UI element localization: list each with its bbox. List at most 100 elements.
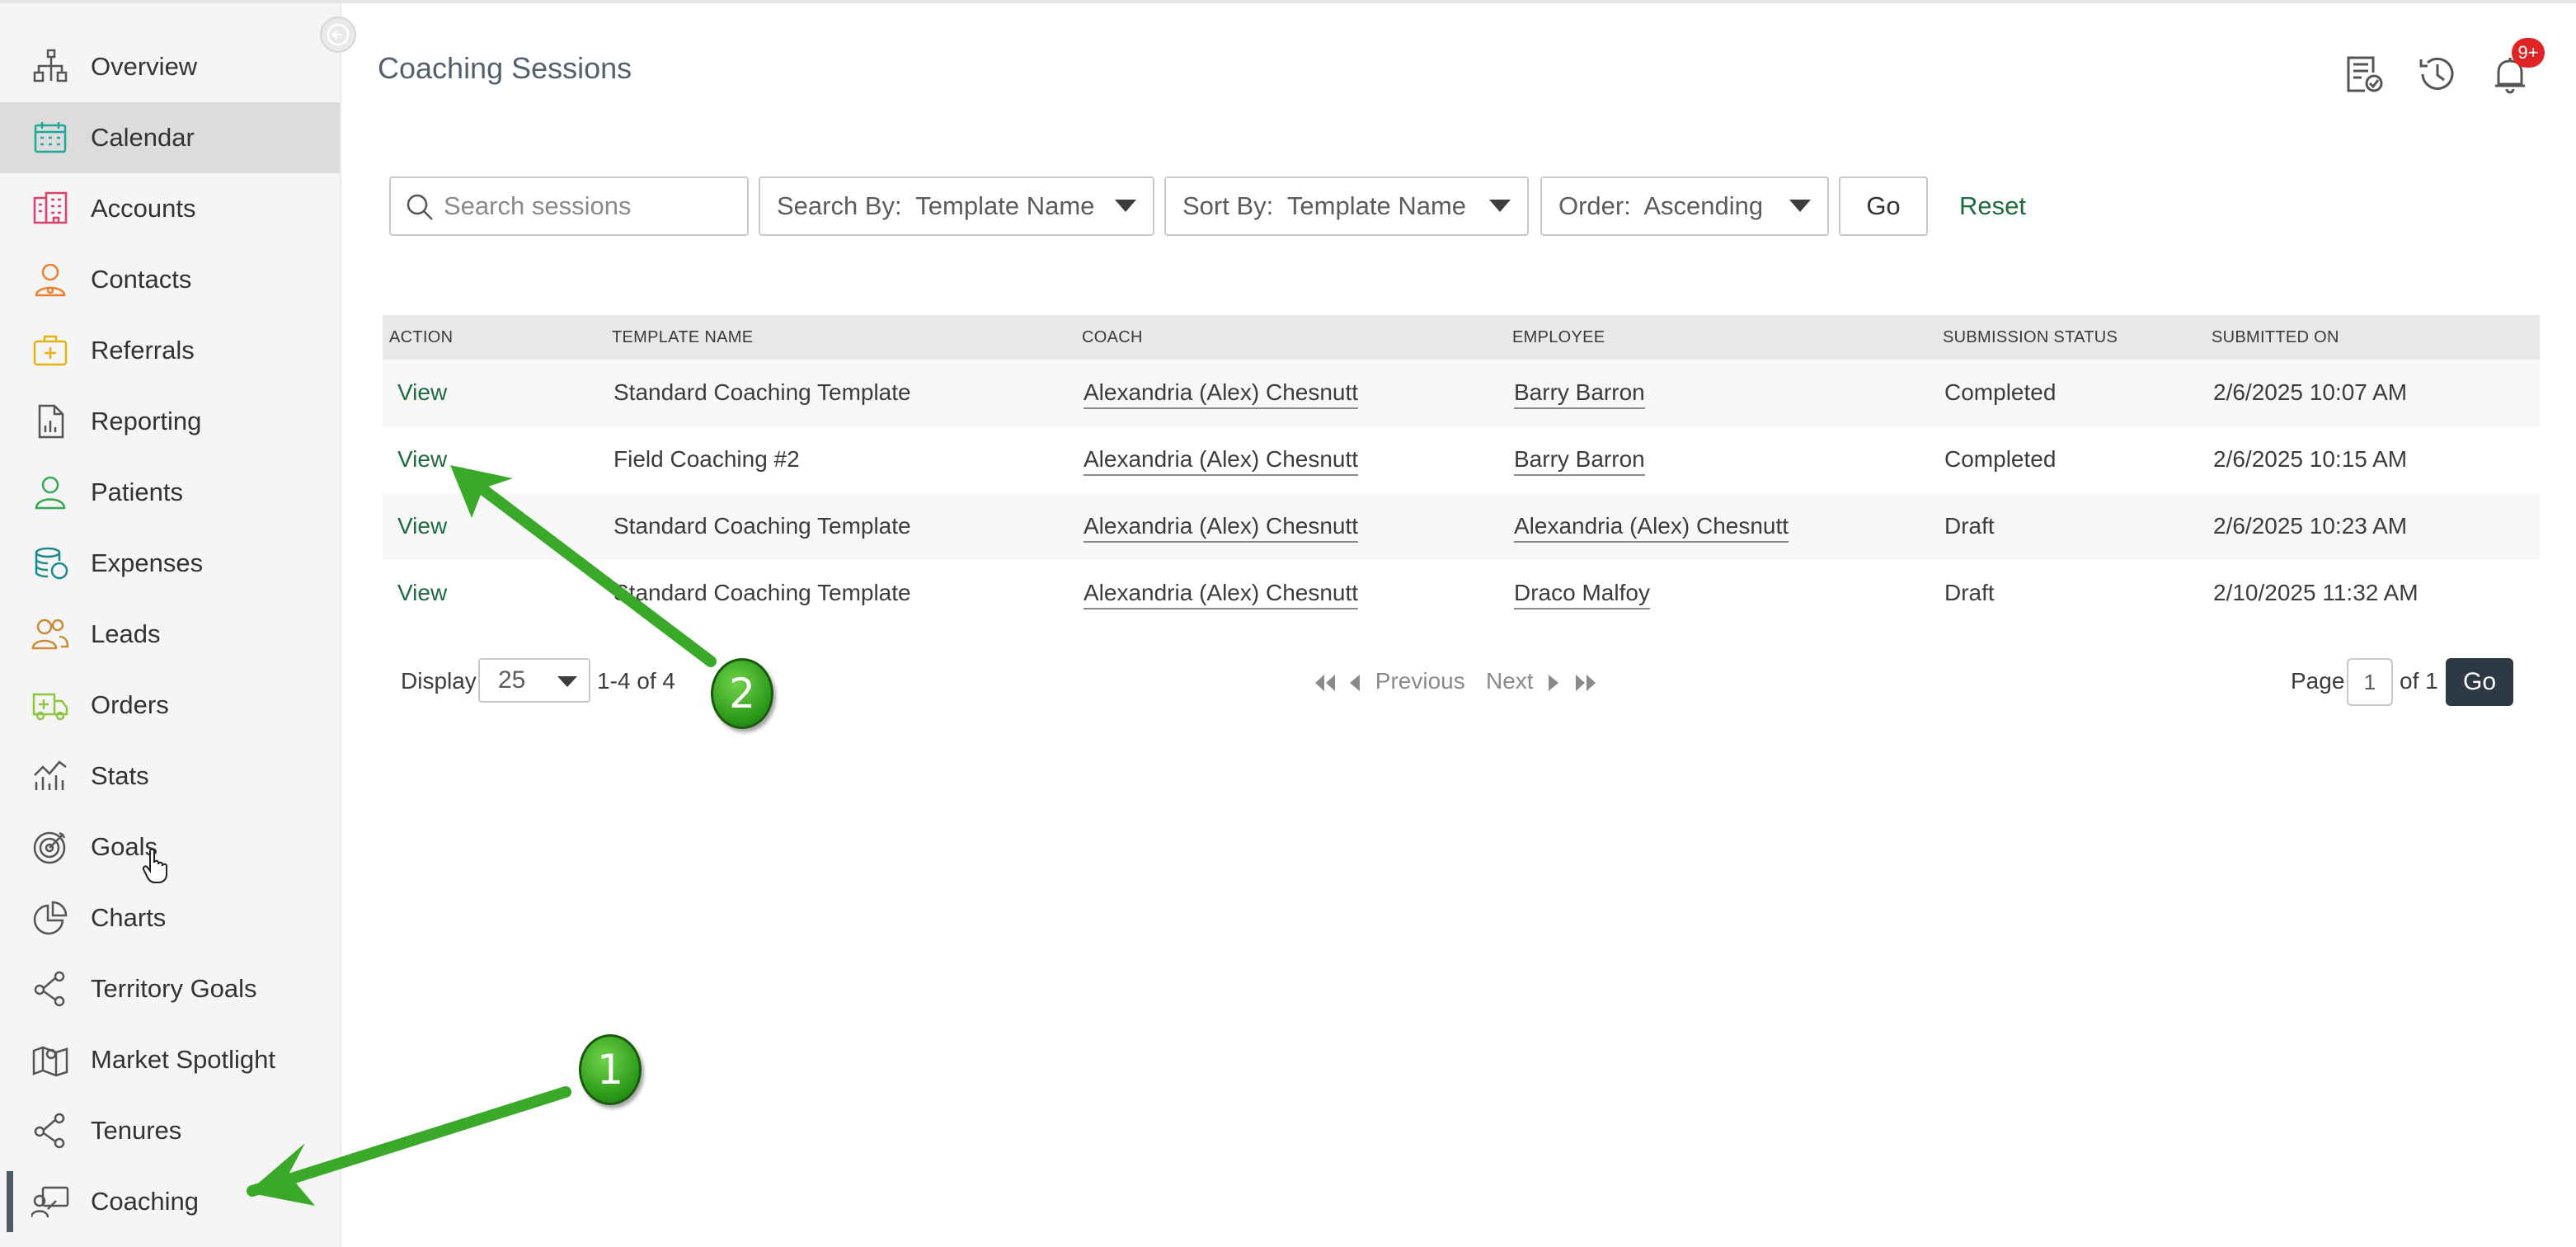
sidebar-item-referrals[interactable]: Referrals bbox=[0, 315, 340, 386]
table-header: ACTION TEMPLATE NAME COACH EMPLOYEE SUBM… bbox=[383, 315, 2540, 360]
status-cell: Draft bbox=[1944, 513, 1995, 539]
view-link[interactable]: View bbox=[397, 580, 447, 606]
template-name-cell: Standard Coaching Template bbox=[613, 513, 911, 539]
status-cell: Completed bbox=[1944, 446, 2057, 472]
next-label: Next bbox=[1486, 668, 1534, 694]
next-icon bbox=[1549, 674, 1559, 691]
overview-icon bbox=[30, 46, 71, 87]
sidebar-item-label: Territory Goals bbox=[91, 974, 257, 1003]
employee-link[interactable]: Barry Barron bbox=[1514, 379, 1645, 409]
notification-badge: 9+ bbox=[2512, 38, 2545, 68]
leads-icon bbox=[30, 614, 71, 655]
sidebar-item-territory-goals[interactable]: Territory Goals bbox=[0, 953, 340, 1024]
sidebar-item-charts[interactable]: Charts bbox=[0, 882, 340, 953]
coaching-icon bbox=[30, 1181, 71, 1222]
previous-label: Previous bbox=[1375, 668, 1465, 694]
sidebar-item-overview[interactable]: Overview bbox=[0, 31, 340, 102]
stats-icon bbox=[30, 755, 71, 797]
sidebar-item-leads[interactable]: Leads bbox=[0, 599, 340, 670]
sidebar-item-accounts[interactable]: Accounts bbox=[0, 173, 340, 244]
view-link[interactable]: View bbox=[397, 379, 447, 406]
sidebar-item-label: Market Spotlight bbox=[91, 1045, 275, 1074]
checklist-icon bbox=[2347, 56, 2383, 92]
charts-icon bbox=[30, 897, 71, 939]
employee-link[interactable]: Draco Malfoy bbox=[1514, 580, 1650, 609]
page-title: Coaching Sessions bbox=[378, 51, 632, 85]
next-button[interactable]: Next bbox=[1486, 668, 1561, 694]
goals-icon bbox=[30, 826, 71, 868]
calendar-icon bbox=[30, 117, 71, 158]
status-cell: Completed bbox=[1944, 379, 2057, 405]
submitted-on-cell: 2/10/2025 11:32 AM bbox=[2213, 580, 2419, 605]
search-input[interactable]: Search sessions bbox=[389, 176, 749, 236]
search-by-value: Search By: Template Name bbox=[777, 191, 1095, 220]
column-header-coach[interactable]: COACH bbox=[1082, 328, 1143, 347]
coach-link[interactable]: Alexandria (Alex) Chesnutt bbox=[1084, 580, 1359, 609]
template-name-cell: Standard Coaching Template bbox=[613, 379, 911, 405]
first-page-icon bbox=[1315, 674, 1335, 691]
page-number-input[interactable]: 1 bbox=[2347, 658, 2393, 706]
sidebar-item-label: Accounts bbox=[91, 194, 196, 223]
employee-link[interactable]: Alexandria (Alex) Chesnutt bbox=[1514, 513, 1789, 543]
order-select[interactable]: Order: Ascending bbox=[1540, 176, 1829, 236]
submitted-on-cell: 2/6/2025 10:23 AM bbox=[2213, 513, 2408, 539]
market-spotlight-icon bbox=[30, 1039, 71, 1080]
template-name-cell: Standard Coaching Template bbox=[613, 580, 911, 605]
sidebar-item-coaching[interactable]: Coaching bbox=[0, 1166, 340, 1237]
sidebar-item-label: Stats bbox=[91, 761, 149, 790]
order-value: Order: Ascending bbox=[1558, 191, 1764, 220]
sidebar-item-market-spotlight[interactable]: Market Spotlight bbox=[0, 1024, 340, 1095]
last-page-button[interactable] bbox=[1573, 668, 1598, 694]
sidebar-item-label: Patients bbox=[91, 478, 184, 506]
search-by-select[interactable]: Search By: Template Name bbox=[759, 176, 1154, 236]
sort-by-select[interactable]: Sort By: Template Name bbox=[1164, 176, 1529, 236]
top-border bbox=[0, 0, 2576, 3]
checklist-button[interactable] bbox=[2342, 51, 2388, 97]
column-header-employee[interactable]: EMPLOYEE bbox=[1512, 328, 1605, 347]
column-header-submitted-on[interactable]: SUBMITTED ON bbox=[2212, 328, 2339, 347]
column-header-template-name[interactable]: TEMPLATE NAME bbox=[612, 328, 753, 347]
column-header-submission-status[interactable]: SUBMISSION STATUS bbox=[1943, 328, 2118, 347]
sidebar-item-calendar[interactable]: Calendar bbox=[0, 102, 340, 173]
sidebar-item-label: Contacts bbox=[91, 265, 192, 294]
reporting-icon bbox=[30, 401, 71, 442]
sidebar-item-orders[interactable]: Orders bbox=[0, 670, 340, 741]
sidebar-item-tenures[interactable]: Tenures bbox=[0, 1095, 340, 1166]
sidebar-item-label: Overview bbox=[91, 52, 198, 81]
sidebar-item-label: Tenures bbox=[91, 1116, 182, 1145]
sidebar-item-expenses[interactable]: Expenses bbox=[0, 528, 340, 599]
orders-icon bbox=[30, 685, 71, 726]
last-page-icon bbox=[1576, 674, 1596, 691]
sort-by-value: Sort By: Template Name bbox=[1182, 191, 1467, 220]
page-size-value: 25 bbox=[498, 666, 526, 694]
template-name-cell: Field Coaching #2 bbox=[613, 446, 800, 472]
coach-link[interactable]: Alexandria (Alex) Chesnutt bbox=[1084, 446, 1359, 476]
view-link[interactable]: View bbox=[397, 513, 447, 539]
sidebar-item-patients[interactable]: Patients bbox=[0, 457, 340, 528]
sidebar-item-contacts[interactable]: Contacts bbox=[0, 244, 340, 315]
status-cell: Draft bbox=[1944, 580, 1995, 605]
history-button[interactable] bbox=[2414, 51, 2461, 97]
territory-goals-icon bbox=[30, 968, 71, 1009]
coach-link[interactable]: Alexandria (Alex) Chesnutt bbox=[1084, 379, 1359, 409]
reset-link[interactable]: Reset bbox=[1959, 191, 2026, 221]
chevron-down-icon bbox=[1115, 200, 1136, 212]
submitted-on-cell: 2/6/2025 10:15 AM bbox=[2213, 446, 2408, 472]
expenses-icon bbox=[30, 543, 71, 584]
coach-link[interactable]: Alexandria (Alex) Chesnutt bbox=[1084, 513, 1359, 543]
first-page-button[interactable] bbox=[1313, 668, 1337, 694]
sidebar-item-label: Leads bbox=[91, 619, 161, 648]
previous-button[interactable]: Previous bbox=[1347, 668, 1465, 694]
sidebar-item-stats[interactable]: Stats bbox=[0, 741, 340, 812]
sidebar-item-label: Reporting bbox=[91, 407, 202, 435]
page-size-select[interactable]: 25 bbox=[478, 658, 590, 703]
page-go-button[interactable]: Go bbox=[2446, 658, 2513, 706]
view-link[interactable]: View bbox=[397, 446, 447, 473]
table-row: View Standard Coaching Template Alexandr… bbox=[383, 360, 2540, 426]
go-button[interactable]: Go bbox=[1839, 176, 1928, 236]
search-icon bbox=[404, 191, 435, 229]
sidebar-item-label: Expenses bbox=[91, 548, 204, 577]
sidebar-item-reporting[interactable]: Reporting bbox=[0, 386, 340, 457]
table-row: View Field Coaching #2 Alexandria (Alex)… bbox=[383, 426, 2540, 493]
employee-link[interactable]: Barry Barron bbox=[1514, 446, 1645, 476]
